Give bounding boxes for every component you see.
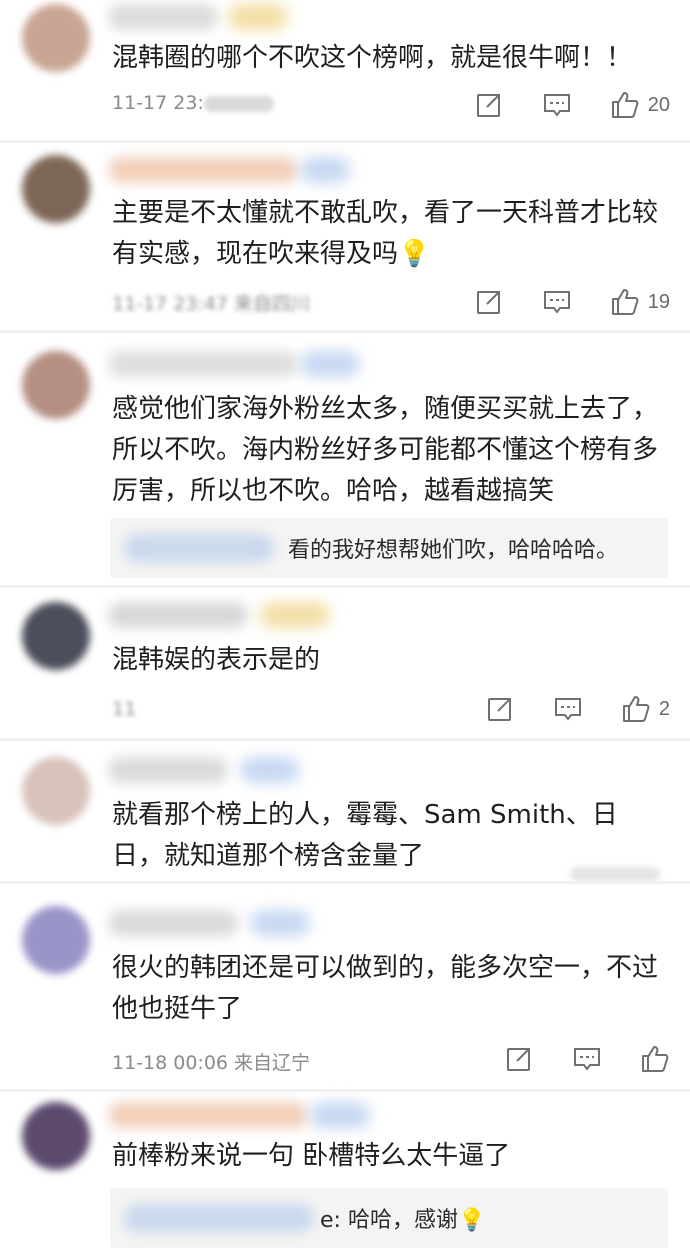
comment-text: 混韩圈的哪个不吹这个榜啊，就是很牛啊！！	[112, 43, 633, 73]
comment-item: 感觉他们家海外粉丝太多，随便买买就上去了，所以不吹。海内粉丝好多可能都不懂这个榜…	[0, 333, 690, 585]
badge-blurred	[300, 351, 360, 377]
avatar[interactable]	[22, 906, 90, 974]
avatar[interactable]	[22, 155, 90, 223]
comment-icon	[574, 1048, 600, 1071]
badge-blurred	[228, 4, 288, 30]
comment-icon	[554, 698, 581, 721]
comment-item: 混韩娱的表示是的 11 2	[0, 588, 690, 738]
reply-text: 看的我好想帮她们吹，哈哈哈哈。	[288, 538, 619, 563]
thumbs-up-icon	[642, 1046, 669, 1072]
username-blurred[interactable]	[108, 910, 238, 936]
avatar[interactable]	[22, 1102, 90, 1170]
comment-meta: 11-17 23:	[112, 92, 274, 114]
like-button[interactable]: 19	[610, 287, 670, 317]
comment-time: 11-17 23:	[112, 92, 204, 114]
comment-text: 很火的韩团还是可以做到的，能多次空一，不过他也挺牛了	[112, 953, 659, 1024]
badge-blurred	[250, 910, 310, 936]
avatar[interactable]	[22, 4, 90, 72]
reply-box[interactable]: e: 哈哈，感谢💡	[110, 1188, 668, 1248]
badge-blurred	[240, 757, 300, 783]
comment-text: 混韩娱的表示是的	[112, 645, 321, 675]
username-blurred[interactable]	[108, 351, 298, 377]
like-count: 19	[647, 290, 670, 313]
meta-blurred	[570, 867, 660, 881]
badge-blurred	[300, 157, 350, 183]
share-button[interactable]	[474, 287, 504, 317]
share-button[interactable]	[504, 1044, 534, 1074]
comment-meta: 11-18 00:06 来自辽宁	[112, 1052, 311, 1074]
share-button[interactable]	[474, 90, 504, 120]
thumbs-up-icon	[622, 696, 650, 722]
action-bar: 2	[447, 692, 670, 726]
thumbs-up-icon	[611, 92, 639, 118]
action-bar	[466, 1042, 670, 1076]
thumbs-up-icon	[611, 289, 639, 315]
comment-item: 前棒粉来说一句 卧槽特么太牛逼了 e: 哈哈，感谢💡	[0, 1092, 690, 1248]
comment-icon	[543, 291, 570, 314]
username-blurred[interactable]	[108, 157, 298, 183]
username-blurred[interactable]	[108, 757, 228, 783]
like-count: 20	[647, 93, 670, 116]
like-button[interactable]: 20	[610, 90, 670, 120]
comment-item: 很火的韩团还是可以做到的，能多次空一，不过他也挺牛了 11-18 00:06 来…	[0, 884, 690, 1089]
comment-icon	[543, 94, 570, 117]
comment-time: 11	[112, 698, 137, 720]
like-button[interactable]: 2	[621, 694, 670, 724]
reply-username-blurred	[124, 534, 274, 562]
username-blurred[interactable]	[108, 1102, 308, 1128]
reply-username-blurred	[124, 1204, 314, 1232]
badge-blurred	[260, 602, 330, 628]
comment-button[interactable]	[553, 694, 583, 724]
avatar[interactable]	[22, 602, 90, 670]
action-bar: 20	[436, 88, 670, 122]
comment-text: 主要是不太懂就不敢乱吹，看了一天科普才比较有实感，现在吹来得及吗💡	[112, 198, 659, 269]
reply-box[interactable]: 看的我好想帮她们吹，哈哈哈哈。	[110, 518, 668, 578]
reply-text: e: 哈哈，感谢💡	[320, 1208, 486, 1233]
like-count: 2	[658, 697, 670, 720]
comment-item: 混韩圈的哪个不吹这个榜啊，就是很牛啊！！ 11-17 23: 20	[0, 0, 690, 140]
share-button[interactable]	[485, 694, 515, 724]
badge-blurred	[310, 1102, 370, 1128]
share-icon	[476, 94, 500, 117]
avatar[interactable]	[22, 757, 90, 825]
comment-text: 前棒粉来说一句 卧槽特么太牛逼了	[112, 1141, 511, 1171]
comment-item: 主要是不太懂就不敢乱吹，看了一天科普才比较有实感，现在吹来得及吗💡 11-17 …	[0, 143, 690, 330]
username-blurred[interactable]	[108, 4, 218, 30]
share-icon	[487, 698, 511, 721]
like-button[interactable]	[640, 1044, 670, 1074]
comment-button[interactable]	[542, 90, 572, 120]
comment-text: 就看那个榜上的人，霉霉、Sam Smith、日日，就知道那个榜含金量了	[112, 800, 618, 871]
comment-item: 就看那个榜上的人，霉霉、Sam Smith、日日，就知道那个榜含金量了	[0, 741, 690, 881]
comment-text: 感觉他们家海外粉丝太多，随便买买就上去了，所以不吹。海内粉丝好多可能都不懂这个榜…	[112, 394, 659, 506]
comment-button[interactable]	[572, 1044, 602, 1074]
share-icon	[476, 291, 500, 314]
share-icon	[507, 1048, 530, 1071]
comment-button[interactable]	[542, 287, 572, 317]
comment-meta: 11-17 23:47 来自四川	[112, 293, 311, 315]
username-blurred[interactable]	[108, 602, 248, 628]
comment-meta: 11	[112, 698, 136, 720]
avatar[interactable]	[22, 351, 90, 419]
action-bar: 19	[436, 285, 670, 319]
